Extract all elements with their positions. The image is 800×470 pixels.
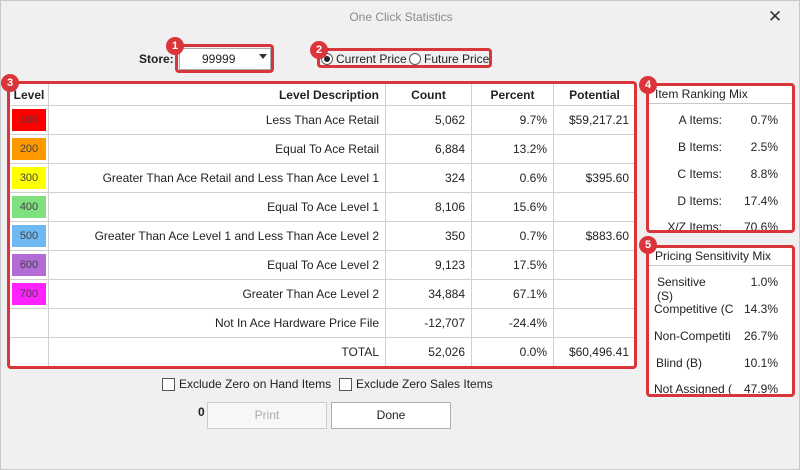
callout-badge-1: 1 bbox=[166, 37, 184, 55]
callout-badge-3: 3 bbox=[1, 74, 19, 92]
checkbox-box bbox=[162, 377, 175, 391]
close-icon[interactable]: ✕ bbox=[765, 7, 785, 27]
done-button[interactable]: Done bbox=[331, 402, 451, 429]
exclude-zero-on-hand-checkbox[interactable]: Exclude Zero on Hand Items bbox=[162, 377, 331, 391]
exclude-zero-sales-label: Exclude Zero Sales Items bbox=[356, 377, 493, 391]
callout-box-ranking bbox=[646, 83, 795, 233]
window-title: One Click Statistics bbox=[349, 10, 453, 24]
callout-badge-2: 2 bbox=[310, 41, 328, 59]
callout-box-sensitivity bbox=[646, 245, 795, 397]
title-bar: One Click Statistics ✕ bbox=[1, 1, 800, 35]
print-button[interactable]: Print bbox=[207, 402, 327, 429]
exclude-zero-sales-checkbox[interactable]: Exclude Zero Sales Items bbox=[339, 377, 493, 391]
checkbox-box bbox=[339, 377, 352, 391]
footer-count: 0 bbox=[198, 405, 205, 419]
callout-box-levels bbox=[7, 81, 637, 369]
store-label: Store: bbox=[139, 52, 174, 66]
exclude-zero-on-hand-label: Exclude Zero on Hand Items bbox=[179, 377, 332, 391]
callout-box-store bbox=[175, 44, 274, 73]
callout-badge-4: 4 bbox=[639, 76, 657, 94]
callout-box-price-mode bbox=[317, 48, 492, 68]
one-click-statistics-dialog: One Click Statistics ✕ Store: 99999 1 Cu… bbox=[0, 0, 800, 470]
callout-badge-5: 5 bbox=[639, 236, 657, 254]
